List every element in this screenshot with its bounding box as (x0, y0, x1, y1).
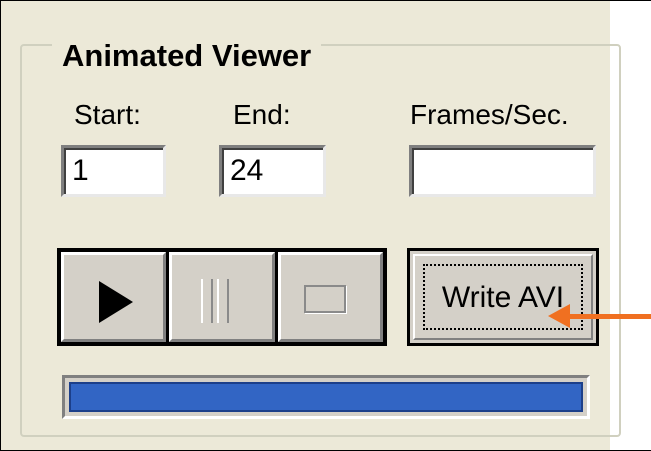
play-icon (99, 281, 133, 323)
end-field[interactable]: 24 (219, 145, 326, 197)
pause-bar-left (201, 279, 214, 323)
playback-controls (57, 248, 387, 346)
frames-per-sec-label: Frames/Sec. (410, 99, 569, 130)
play-button[interactable] (61, 252, 167, 342)
groupbox-title: Animated Viewer (52, 36, 322, 76)
end-label: End: (233, 99, 291, 130)
annotation-arrow-line (560, 314, 651, 319)
annotation-arrow-head (548, 304, 570, 328)
pause-bar-right (217, 279, 230, 323)
stop-button[interactable] (277, 252, 383, 342)
progress-bar (62, 375, 590, 419)
progress-fill (69, 382, 583, 412)
frames-per-sec-field[interactable] (409, 145, 596, 197)
start-label: Start: (74, 99, 141, 130)
pause-button[interactable] (169, 252, 275, 342)
stop-icon (303, 285, 346, 313)
write-avi-button[interactable]: Write AVI (407, 248, 599, 346)
start-field[interactable]: 1 (61, 145, 166, 197)
